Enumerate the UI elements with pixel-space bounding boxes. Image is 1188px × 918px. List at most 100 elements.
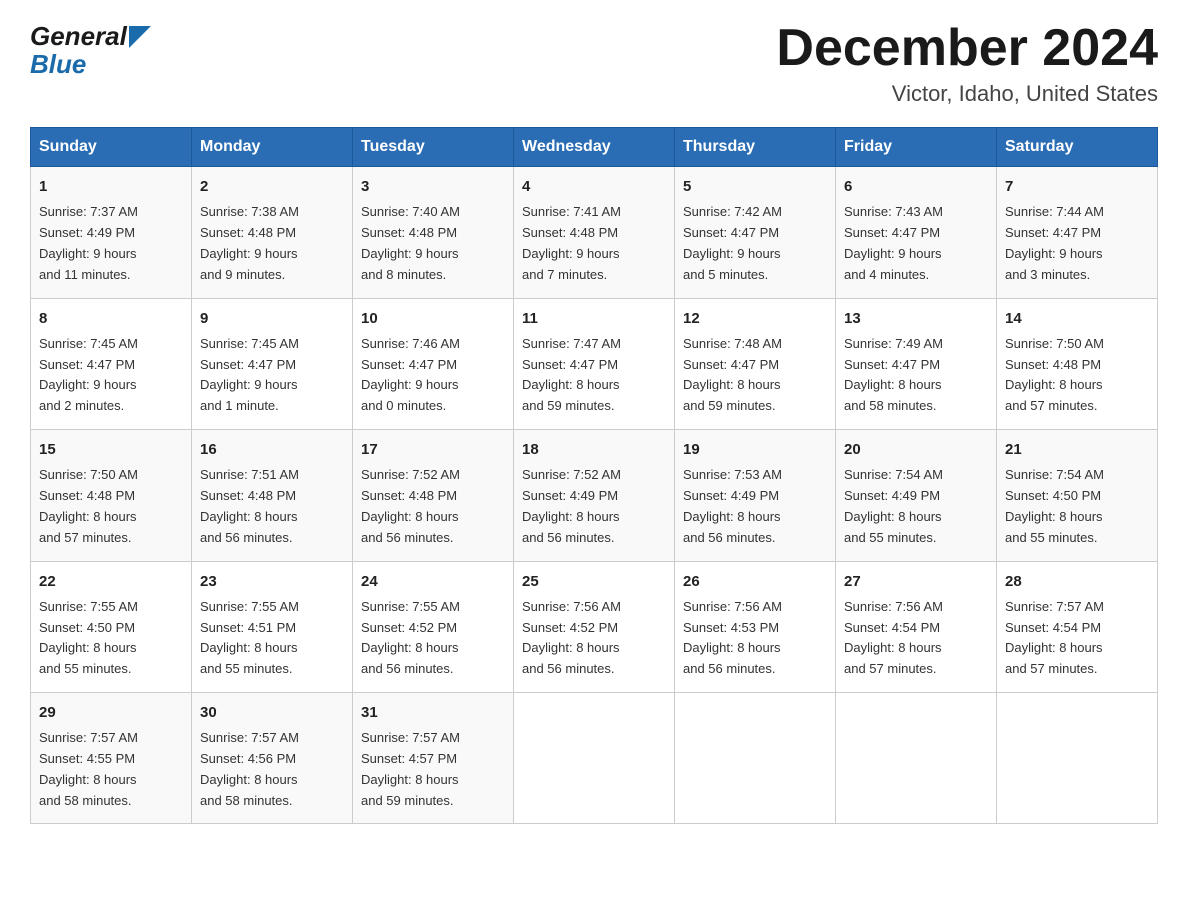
day-info: Sunrise: 7:55 AMSunset: 4:52 PMDaylight:… (361, 597, 505, 680)
calendar-cell: 4 Sunrise: 7:41 AMSunset: 4:48 PMDaylight… (514, 167, 675, 298)
day-header-thursday: Thursday (675, 128, 836, 167)
calendar-cell: 13Sunrise: 7:49 AMSunset: 4:47 PMDayligh… (836, 298, 997, 429)
day-number: 2 (200, 175, 344, 198)
calendar-cell: 12 Sunrise: 7:48 AMSunset: 4:47 PMDayligh… (675, 298, 836, 429)
day-info: Sunrise: 7:42 AMSunset: 4:47 PMDaylight:… (683, 202, 827, 285)
day-info: Sunrise: 7:57 AMSunset: 4:56 PMDaylight:… (200, 728, 344, 811)
calendar-cell: 6 Sunrise: 7:43 AMSunset: 4:47 PMDaylight… (836, 167, 997, 298)
calendar-cell: 14Sunrise: 7:50 AMSunset: 4:48 PMDayligh… (997, 298, 1158, 429)
calendar-cell: 3Sunrise: 7:40 AMSunset: 4:48 PMDaylight… (353, 167, 514, 298)
day-info: Sunrise: 7:51 AMSunset: 4:48 PMDaylight:… (200, 465, 344, 548)
calendar-cell: 11 Sunrise: 7:47 AMSunset: 4:47 PMDayligh… (514, 298, 675, 429)
day-number: 18 (522, 438, 666, 461)
week-row-2: 8 Sunrise: 7:45 AMSunset: 4:47 PMDaylight… (31, 298, 1158, 429)
title-section: December 2024 Victor, Idaho, United Stat… (776, 20, 1158, 107)
day-info: Sunrise: 7:37 AMSunset: 4:49 PMDaylight:… (39, 202, 183, 285)
calendar-cell: 16 Sunrise: 7:51 AMSunset: 4:48 PMDayligh… (192, 430, 353, 561)
calendar-cell: 10 Sunrise: 7:46 AMSunset: 4:47 PMDayligh… (353, 298, 514, 429)
day-info: Sunrise: 7:56 AMSunset: 4:54 PMDaylight:… (844, 597, 988, 680)
calendar-cell (836, 692, 997, 823)
day-info: Sunrise: 7:52 AMSunset: 4:49 PMDaylight:… (522, 465, 666, 548)
location-text: Victor, Idaho, United States (776, 81, 1158, 107)
day-info: Sunrise: 7:57 AMSunset: 4:57 PMDaylight:… (361, 728, 505, 811)
calendar-cell: 29 Sunrise: 7:57 AMSunset: 4:55 PMDayligh… (31, 692, 192, 823)
day-info: Sunrise: 7:55 AMSunset: 4:51 PMDaylight:… (200, 597, 344, 680)
logo-arrow-icon (129, 26, 151, 48)
calendar-cell: 27 Sunrise: 7:56 AMSunset: 4:54 PMDayligh… (836, 561, 997, 692)
day-info: Sunrise: 7:53 AMSunset: 4:49 PMDaylight:… (683, 465, 827, 548)
day-header-saturday: Saturday (997, 128, 1158, 167)
day-number: 25 (522, 570, 666, 593)
day-number: 4 (522, 175, 666, 198)
calendar-cell: 7 Sunrise: 7:44 AMSunset: 4:47 PMDaylight… (997, 167, 1158, 298)
week-row-3: 15Sunrise: 7:50 AMSunset: 4:48 PMDayligh… (31, 430, 1158, 561)
logo: General Blue (30, 20, 151, 80)
day-header-friday: Friday (836, 128, 997, 167)
calendar-cell: 8 Sunrise: 7:45 AMSunset: 4:47 PMDaylight… (31, 298, 192, 429)
month-title: December 2024 (776, 20, 1158, 77)
calendar-table: SundayMondayTuesdayWednesdayThursdayFrid… (30, 127, 1158, 824)
calendar-header-row: SundayMondayTuesdayWednesdayThursdayFrid… (31, 128, 1158, 167)
day-info: Sunrise: 7:41 AMSunset: 4:48 PMDaylight:… (522, 202, 666, 285)
day-info: Sunrise: 7:48 AMSunset: 4:47 PMDaylight:… (683, 334, 827, 417)
day-header-sunday: Sunday (31, 128, 192, 167)
day-number: 21 (1005, 438, 1149, 461)
calendar-cell (514, 692, 675, 823)
day-number: 9 (200, 307, 344, 330)
day-number: 10 (361, 307, 505, 330)
calendar-cell: 28Sunrise: 7:57 AMSunset: 4:54 PMDayligh… (997, 561, 1158, 692)
day-number: 11 (522, 307, 666, 330)
day-info: Sunrise: 7:45 AMSunset: 4:47 PMDaylight:… (200, 334, 344, 417)
day-info: Sunrise: 7:44 AMSunset: 4:47 PMDaylight:… (1005, 202, 1149, 285)
calendar-cell: 18 Sunrise: 7:52 AMSunset: 4:49 PMDayligh… (514, 430, 675, 561)
week-row-1: 1Sunrise: 7:37 AMSunset: 4:49 PMDaylight… (31, 167, 1158, 298)
day-info: Sunrise: 7:56 AMSunset: 4:53 PMDaylight:… (683, 597, 827, 680)
day-header-tuesday: Tuesday (353, 128, 514, 167)
day-info: Sunrise: 7:45 AMSunset: 4:47 PMDaylight:… (39, 334, 183, 417)
day-number: 15 (39, 438, 183, 461)
day-number: 19 (683, 438, 827, 461)
calendar-cell: 19 Sunrise: 7:53 AMSunset: 4:49 PMDayligh… (675, 430, 836, 561)
day-number: 8 (39, 307, 183, 330)
day-info: Sunrise: 7:46 AMSunset: 4:47 PMDaylight:… (361, 334, 505, 417)
calendar-cell: 25Sunrise: 7:56 AMSunset: 4:52 PMDayligh… (514, 561, 675, 692)
day-number: 12 (683, 307, 827, 330)
day-info: Sunrise: 7:57 AMSunset: 4:55 PMDaylight:… (39, 728, 183, 811)
week-row-4: 22 Sunrise: 7:55 AMSunset: 4:50 PMDayligh… (31, 561, 1158, 692)
calendar-cell: 17Sunrise: 7:52 AMSunset: 4:48 PMDayligh… (353, 430, 514, 561)
day-number: 27 (844, 570, 988, 593)
calendar-cell (675, 692, 836, 823)
day-number: 3 (361, 175, 505, 198)
day-number: 22 (39, 570, 183, 593)
day-info: Sunrise: 7:47 AMSunset: 4:47 PMDaylight:… (522, 334, 666, 417)
calendar-cell: 30Sunrise: 7:57 AMSunset: 4:56 PMDayligh… (192, 692, 353, 823)
day-number: 31 (361, 701, 505, 724)
day-number: 5 (683, 175, 827, 198)
day-info: Sunrise: 7:55 AMSunset: 4:50 PMDaylight:… (39, 597, 183, 680)
day-info: Sunrise: 7:50 AMSunset: 4:48 PMDaylight:… (1005, 334, 1149, 417)
day-info: Sunrise: 7:54 AMSunset: 4:50 PMDaylight:… (1005, 465, 1149, 548)
day-header-wednesday: Wednesday (514, 128, 675, 167)
calendar-cell: 15Sunrise: 7:50 AMSunset: 4:48 PMDayligh… (31, 430, 192, 561)
day-number: 6 (844, 175, 988, 198)
week-row-5: 29 Sunrise: 7:57 AMSunset: 4:55 PMDayligh… (31, 692, 1158, 823)
calendar-cell: 21 Sunrise: 7:54 AMSunset: 4:50 PMDayligh… (997, 430, 1158, 561)
day-header-monday: Monday (192, 128, 353, 167)
day-number: 29 (39, 701, 183, 724)
day-number: 16 (200, 438, 344, 461)
day-number: 7 (1005, 175, 1149, 198)
day-number: 28 (1005, 570, 1149, 593)
calendar-cell: 9 Sunrise: 7:45 AMSunset: 4:47 PMDaylight… (192, 298, 353, 429)
calendar-cell: 2 Sunrise: 7:38 AMSunset: 4:48 PMDaylight… (192, 167, 353, 298)
calendar-cell (997, 692, 1158, 823)
day-number: 23 (200, 570, 344, 593)
day-number: 17 (361, 438, 505, 461)
day-info: Sunrise: 7:49 AMSunset: 4:47 PMDaylight:… (844, 334, 988, 417)
calendar-cell: 5 Sunrise: 7:42 AMSunset: 4:47 PMDaylight… (675, 167, 836, 298)
calendar-cell: 23 Sunrise: 7:55 AMSunset: 4:51 PMDayligh… (192, 561, 353, 692)
logo-blue-text: Blue (30, 49, 86, 80)
day-info: Sunrise: 7:43 AMSunset: 4:47 PMDaylight:… (844, 202, 988, 285)
day-number: 26 (683, 570, 827, 593)
day-info: Sunrise: 7:38 AMSunset: 4:48 PMDaylight:… (200, 202, 344, 285)
calendar-cell: 31 Sunrise: 7:57 AMSunset: 4:57 PMDayligh… (353, 692, 514, 823)
